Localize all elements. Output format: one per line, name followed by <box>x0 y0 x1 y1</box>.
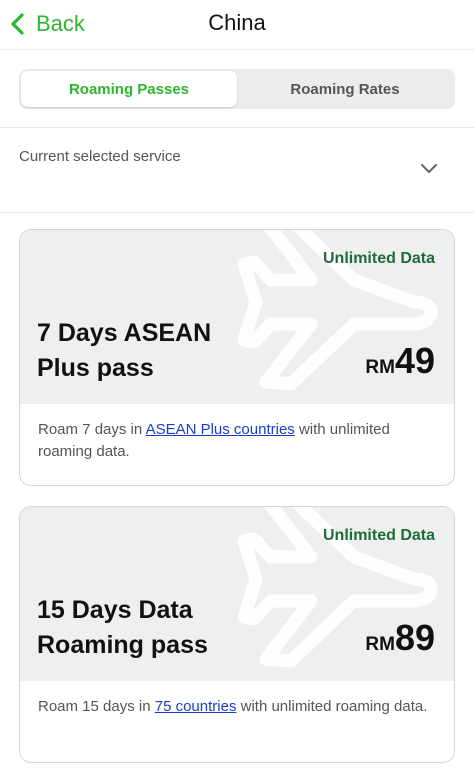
pass-price: RM49 <box>365 340 435 382</box>
top-bar: Back China <box>0 0 474 50</box>
price-currency: RM <box>365 634 395 655</box>
description-text: Roam 7 days in <box>38 421 146 438</box>
pass-name-line: 7 Days ASEAN <box>37 319 212 347</box>
countries-link[interactable]: ASEAN Plus countries <box>146 421 295 438</box>
tab-switcher: Roaming Passes Roaming Rates <box>19 69 455 109</box>
pass-name: 15 Days Data Roaming pass <box>37 593 277 663</box>
countries-link[interactable]: 75 countries <box>155 698 237 715</box>
pass-description: Roam 7 days in ASEAN Plus countries with… <box>20 404 454 463</box>
divider <box>0 127 474 128</box>
pass-description: Roam 15 days in 75 countries with unlimi… <box>20 681 454 718</box>
page-title: China <box>208 10 266 35</box>
pass-name-line: 15 Days Data <box>37 596 193 624</box>
description-text: with unlimited roaming data. <box>236 698 428 715</box>
pass-price: RM89 <box>365 617 435 659</box>
price-amount: 89 <box>394 617 435 658</box>
tab-roaming-passes[interactable]: Roaming Passes <box>21 71 237 107</box>
pass-card-header: Unlimited Data 7 Days ASEAN Plus pass RM… <box>20 230 454 404</box>
price-amount: 49 <box>394 340 435 381</box>
tab-roaming-rates[interactable]: Roaming Rates <box>237 71 453 107</box>
pass-name: 7 Days ASEAN Plus pass <box>37 316 277 386</box>
price-currency: RM <box>365 357 395 378</box>
pass-name-line: Plus pass <box>37 354 154 382</box>
unlimited-data-badge: Unlimited Data <box>322 527 435 544</box>
divider <box>0 212 474 213</box>
unlimited-data-badge: Unlimited Data <box>322 250 435 267</box>
service-label: Current selected service <box>19 148 181 165</box>
chevron-down-icon[interactable] <box>420 162 438 176</box>
pass-card-header: Unlimited Data 15 Days Data Roaming pass… <box>20 507 454 681</box>
pass-card[interactable]: Unlimited Data 7 Days ASEAN Plus pass RM… <box>19 229 455 486</box>
pass-name-line: Roaming pass <box>37 631 208 659</box>
description-text: Roam 15 days in <box>38 698 155 715</box>
pass-card[interactable]: Unlimited Data 15 Days Data Roaming pass… <box>19 506 455 763</box>
